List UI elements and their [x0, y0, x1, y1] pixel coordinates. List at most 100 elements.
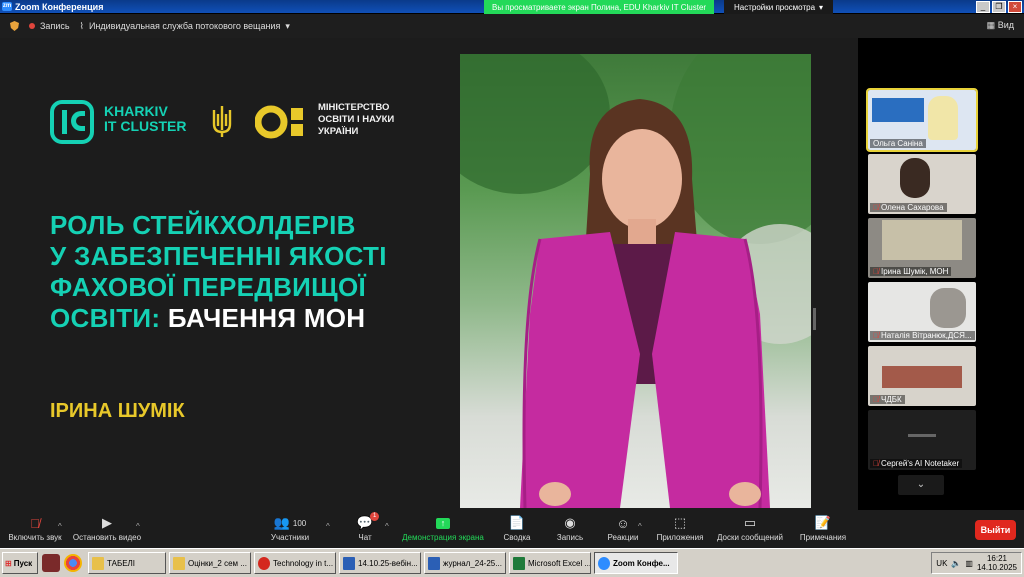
participant-name: 🎙̸ Ірина Шумік, МОН [870, 267, 952, 276]
taskbar-item[interactable]: ТАБЕЛІ [88, 552, 166, 574]
view-label: Вид [997, 20, 1014, 30]
taskbar-item[interactable]: Technology in t... [254, 552, 336, 574]
participant-tile[interactable]: 🎙̸ Ірина Шумік, МОН [868, 218, 976, 278]
system-tray: UK 🔈 ▥ 16:21 14.10.2025 [931, 552, 1022, 574]
mon-line1: МІНІСТЕРСТВО [318, 102, 390, 113]
headline-line3: ФАХОВОЇ ПЕРЕДВИЩОЇ [50, 272, 366, 302]
mic-muted-icon: 🎙̸ [873, 395, 879, 404]
participant-video [930, 288, 966, 328]
participant-video [928, 96, 958, 140]
kic-line2: IT CLUSTER [104, 118, 187, 134]
share-screen-icon: ↑ [402, 514, 484, 532]
chevron-down-icon: ▾ [285, 20, 290, 31]
headline-line4-accent: ОСВІТИ: [50, 303, 161, 333]
grid-icon: ▦ [986, 20, 996, 30]
reactions-options-caret[interactable]: ^ [638, 522, 642, 531]
video-options-caret[interactable]: ^ [136, 522, 140, 531]
mon-line3: УКРАЇНИ [318, 126, 359, 137]
participant-name: 🎙̸ Сергей's AI Notetaker [870, 459, 963, 468]
participant-tile[interactable]: 🎙̸ ЧДБК [868, 346, 976, 406]
record-dot-icon [29, 23, 35, 29]
windows-taskbar: ⊞ Пуск ТАБЕЛІ Оцінки_2 сем ... Technolog… [0, 548, 1024, 577]
excel-icon [513, 556, 525, 570]
apps-icon: ⬚ [673, 515, 687, 530]
headline-line1: РОЛЬ СТЕЙКХОЛДЕРІВ [50, 210, 356, 240]
participant-name: Ольга Саніна [870, 139, 926, 148]
share-screen-button[interactable]: ↑ Демонстрация экрана [402, 514, 484, 542]
shield-icon [10, 21, 19, 31]
meeting-controls: 🎙̸ Включить звук ^ ▶ Остановить видео ^ … [0, 510, 1024, 548]
resize-handle[interactable] [813, 308, 816, 330]
taskbar-item[interactable]: 14.10.25-вебін... [339, 552, 421, 574]
participant-name: 🎙̸ Олена Сахарова [870, 203, 947, 212]
taskbar-item[interactable]: журнал_24-25... [424, 552, 506, 574]
folder-icon [92, 556, 104, 570]
share-banner: Вы просматриваете экран Полина, EDU Khar… [484, 0, 715, 14]
whiteboard-icon: ▭ [743, 515, 757, 530]
chat-options-caret[interactable]: ^ [385, 522, 389, 531]
participant-name: 🎙̸ ЧДБК [870, 395, 905, 404]
kic-line1: KHARKIV [104, 103, 168, 119]
participant-tile[interactable]: 🎙̸ Олена Сахарова [868, 154, 976, 214]
windows-logo-icon: ⊞ [5, 558, 12, 568]
window-title: Zoom Конференция [15, 1, 104, 12]
taskbar-item-active[interactable]: Zoom Конфе... [594, 552, 678, 574]
shared-screen: KHARKIV IT CLUSTER МІНІСТЕРСТВО ОСВІТИ І… [0, 38, 858, 510]
meeting-top-toolbar: Запись ⌇ Индивидуальная служба потоковог… [0, 14, 1024, 38]
recording-indicator[interactable]: Запись [29, 21, 70, 31]
view-options-button[interactable]: Настройки просмотра ▾ [724, 0, 834, 14]
taskbar-item[interactable]: Microsoft Excel ... [509, 552, 591, 574]
kharkiv-it-cluster-wordmark: KHARKIV IT CLUSTER [104, 104, 186, 134]
participant-video [900, 158, 930, 198]
taskbar-item[interactable]: Оцінки_2 сем ... [169, 552, 251, 574]
whiteboards-button[interactable]: ▭ Доски сообщений [712, 514, 788, 542]
close-icon[interactable]: × [1008, 1, 1022, 13]
network-icon[interactable]: ▥ [965, 559, 973, 568]
audio-options-caret[interactable]: ^ [58, 522, 62, 531]
mon-logo [255, 105, 303, 139]
share-banner-text: Вы просматриваете экран Полина, EDU Khar… [492, 2, 707, 12]
speaker-portrait [460, 54, 811, 508]
participant-tile[interactable]: 🎙̸ Наталія Вітранюк,ДСЯ... [868, 282, 976, 342]
stop-video-button[interactable]: ▶ Остановить видео [72, 514, 142, 542]
speaker-photo [460, 54, 811, 508]
minimize-icon[interactable]: _ [976, 1, 990, 13]
headline-line4-white: БАЧЕННЯ МОН [167, 303, 366, 333]
speaker-icon[interactable]: 🔈 [951, 559, 961, 568]
record-label: Запись [40, 21, 70, 31]
gallery-scroll-down[interactable]: ⌄ [898, 475, 944, 495]
mic-muted-icon: 🎙̸ [873, 331, 879, 340]
folder-icon [173, 556, 185, 570]
word-icon [428, 556, 440, 570]
participant-video [882, 366, 962, 388]
clock[interactable]: 16:21 14.10.2025 [977, 554, 1017, 572]
rss-icon: ⌇ [79, 20, 84, 31]
restore-icon[interactable]: ❐ [992, 1, 1006, 13]
participant-tile[interactable]: Ольга Саніна [866, 88, 978, 152]
mic-muted-icon: 🎙̸ [873, 459, 879, 468]
notes-button[interactable]: 📝 Примечания [788, 514, 858, 542]
video-camera-icon: ▶ [102, 515, 112, 530]
chrome-icon[interactable] [64, 554, 82, 572]
headline-line2: У ЗАБЕЗПЕЧЕННІ ЯКОСТІ [50, 241, 387, 271]
trident-icon [212, 106, 232, 137]
apps-button[interactable]: ⬚ Приложения [645, 514, 715, 542]
mon-line2: ОСВІТИ І НАУКИ [318, 114, 395, 125]
security-indicator[interactable] [10, 21, 19, 31]
opera-icon [258, 556, 270, 570]
chat-icon: 💬 [356, 515, 374, 530]
leave-button[interactable]: Выйти [975, 520, 1016, 540]
slide-headline: РОЛЬ СТЕЙКХОЛДЕРІВ У ЗАБЕЗПЕЧЕННІ ЯКОСТІ… [50, 210, 387, 334]
chat-button[interactable]: 💬 1 Чат [330, 512, 400, 542]
chevron-down-icon: ▾ [819, 2, 824, 12]
language-indicator[interactable]: UK [936, 559, 947, 568]
participants-button[interactable]: 👥 100 Участники [255, 514, 325, 542]
view-options-label: Настройки просмотра [734, 2, 816, 12]
chevron-down-icon: ⌄ [916, 479, 926, 490]
start-button[interactable]: ⊞ Пуск [2, 552, 38, 574]
participant-tile[interactable]: 🎙̸ Сергей's AI Notetaker [868, 410, 976, 470]
streaming-indicator[interactable]: ⌇ Индивидуальная служба потокового вещан… [80, 21, 290, 32]
view-button[interactable]: ▦ Вид [987, 20, 1014, 31]
stream-label: Индивидуальная служба потокового вещания [88, 21, 281, 31]
quicklaunch-app-icon[interactable] [42, 554, 60, 572]
